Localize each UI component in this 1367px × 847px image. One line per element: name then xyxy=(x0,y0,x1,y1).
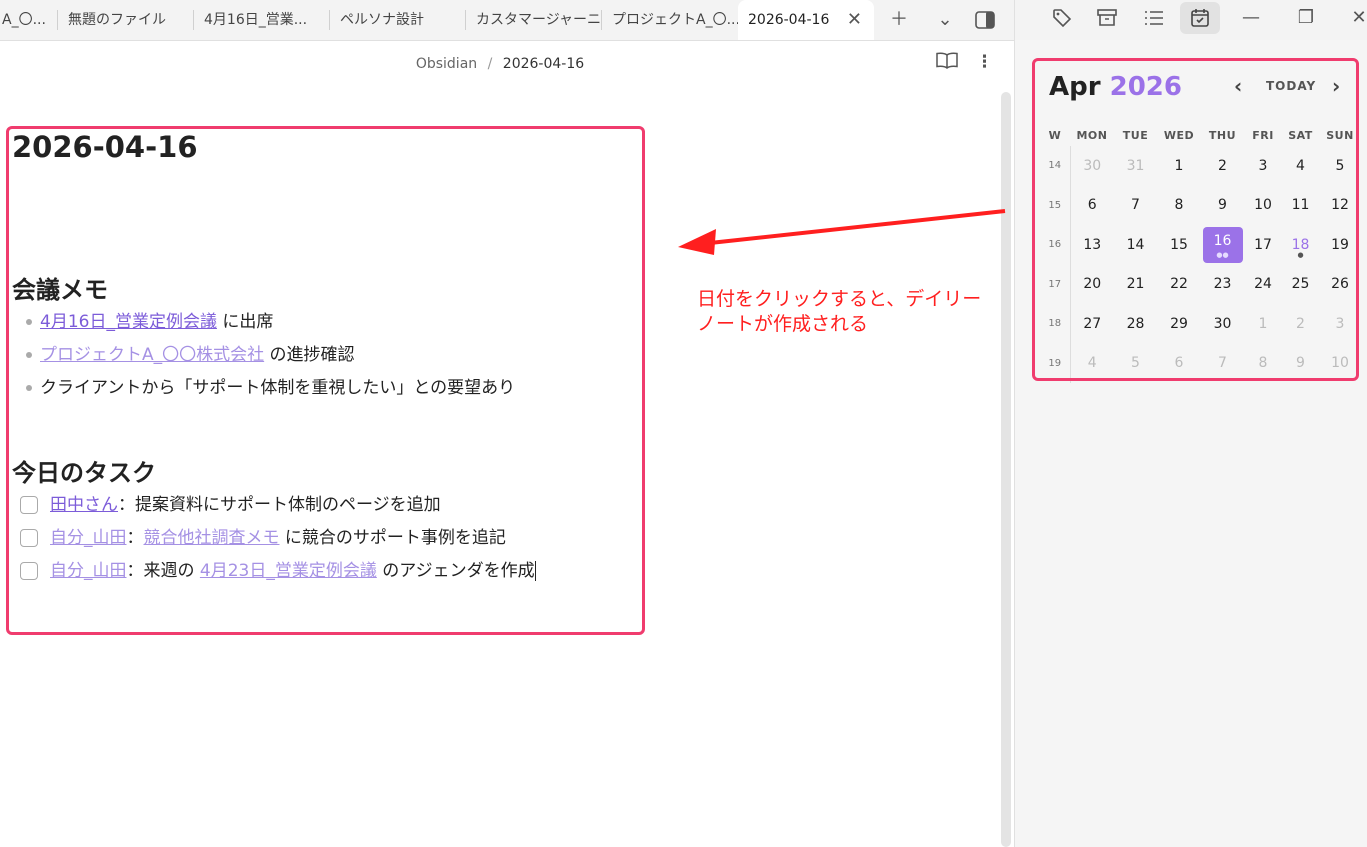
window-close-icon[interactable]: ✕ xyxy=(1339,2,1367,34)
annotation-line: ノートが作成される xyxy=(697,313,869,335)
annotation-line: 日付をクリックすると、デイリー xyxy=(697,288,982,310)
breadcrumb-separator: / xyxy=(487,56,493,72)
tab-project-a-2[interactable]: プロジェクトA_〇... xyxy=(602,0,738,40)
breadcrumb: Obsidian / 2026-04-16 xyxy=(0,56,1000,72)
tab-daily-note[interactable]: 2026-04-16 ✕ xyxy=(738,0,874,40)
annotation-text: 日付をクリックすると、デイリー ノートが作成される xyxy=(697,287,981,337)
note-highlight-frame xyxy=(6,126,645,635)
tab-label: ペルソナ設計 xyxy=(340,12,424,28)
breadcrumb-root[interactable]: Obsidian xyxy=(416,56,477,72)
calendar-highlight-frame xyxy=(1032,58,1359,381)
close-icon[interactable]: ✕ xyxy=(847,0,862,40)
tab-label: 2026-04-16 xyxy=(748,12,830,28)
tab-label: プロジェクトA_〇... xyxy=(612,12,738,28)
chevron-down-icon[interactable]: ⌄ xyxy=(930,0,960,40)
tab-project-a-1[interactable]: A_〇... xyxy=(0,0,58,40)
more-options-icon[interactable]: ⋮ xyxy=(976,52,993,72)
reading-view-icon[interactable] xyxy=(936,52,958,75)
tab-label: A_〇... xyxy=(2,12,46,28)
tab-bar: A_〇... 無題のファイル 4月16日_営業... ペルソナ設計 カスタマージ… xyxy=(0,0,1014,41)
tab-label: 4月16日_営業... xyxy=(204,12,308,28)
tab-customer-journey[interactable]: カスタマージャーニー xyxy=(466,0,602,40)
breadcrumb-current[interactable]: 2026-04-16 xyxy=(503,56,584,72)
new-tab-icon[interactable]: ＋ xyxy=(884,0,914,40)
tab-persona[interactable]: ペルソナ設計 xyxy=(330,0,466,40)
archive-icon[interactable] xyxy=(1087,2,1127,34)
annotation-arrow xyxy=(678,209,1006,255)
tab-label: カスタマージャーニー xyxy=(476,12,602,28)
tab-label: 無題のファイル xyxy=(68,12,166,28)
tab-sales-meeting[interactable]: 4月16日_営業... xyxy=(194,0,330,40)
tab-untitled[interactable]: 無題のファイル xyxy=(58,0,194,40)
list-icon[interactable] xyxy=(1134,2,1174,34)
restore-icon[interactable]: ❐ xyxy=(1286,2,1326,34)
tag-icon[interactable] xyxy=(1042,2,1082,34)
sidebar-toggle-icon[interactable] xyxy=(970,0,1000,40)
calendar-icon[interactable] xyxy=(1180,2,1220,34)
minimize-icon[interactable]: — xyxy=(1231,2,1271,34)
